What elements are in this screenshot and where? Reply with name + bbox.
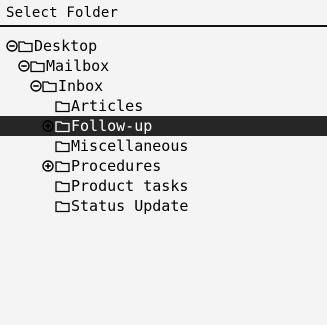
tree-row-product-tasks[interactable]: Product tasks (0, 176, 327, 196)
tree-row-desktop[interactable]: Desktop (0, 36, 327, 56)
folder-icon (30, 59, 45, 73)
tree-row-procedures[interactable]: Procedures (0, 156, 327, 176)
folder-icon (55, 119, 70, 133)
folder-icon (55, 199, 70, 213)
tree-row-mailbox[interactable]: Mailbox (0, 56, 327, 76)
folder-icon (55, 99, 70, 113)
minus-circle-icon[interactable] (18, 59, 30, 73)
tree-item-label: Mailbox (46, 57, 110, 75)
tree-item-label: Inbox (58, 77, 104, 95)
tree-row-miscellaneous[interactable]: Miscellaneous (0, 136, 327, 156)
select-folder-screen: Select Folder Desktop Mailbox Inbox Arti… (0, 0, 327, 325)
tree-item-label: Procedures (71, 157, 162, 175)
tree-item-label: Follow-up (71, 117, 153, 135)
title-bar: Select Folder (0, 0, 327, 27)
tree-row-follow-up[interactable]: Follow-up (0, 116, 327, 136)
plus-circle-icon[interactable] (42, 119, 54, 133)
folder-icon (42, 79, 57, 93)
folder-icon (55, 139, 70, 153)
dialog-title: Select Folder (6, 5, 119, 21)
tree-item-label: Status Update (71, 197, 189, 215)
minus-circle-icon[interactable] (30, 79, 42, 93)
folder-icon (18, 39, 33, 53)
tree-item-label: Miscellaneous (71, 137, 189, 155)
tree-item-label: Desktop (34, 37, 98, 55)
tree-item-label: Product tasks (71, 177, 189, 195)
tree-item-label: Articles (71, 97, 144, 115)
minus-circle-icon[interactable] (6, 39, 18, 53)
tree-row-inbox[interactable]: Inbox (0, 76, 327, 96)
plus-circle-icon[interactable] (42, 159, 54, 173)
tree-row-articles[interactable]: Articles (0, 96, 327, 116)
folder-icon (55, 159, 70, 173)
folder-icon (55, 179, 70, 193)
tree-row-status-update[interactable]: Status Update (0, 196, 327, 216)
